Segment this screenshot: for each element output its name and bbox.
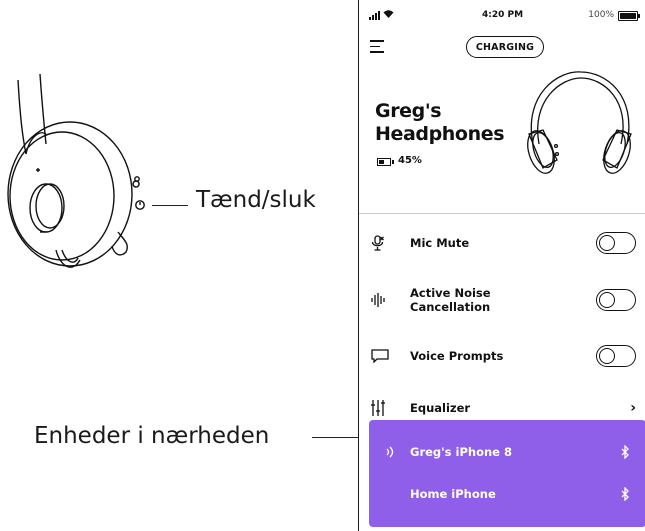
- device-name: Greg's Headphones: [375, 100, 505, 145]
- mic-mute-icon: [371, 235, 384, 251]
- charging-status-badge: CHARGING: [466, 36, 544, 58]
- nearby-device-name: Home iPhone: [410, 487, 496, 501]
- nearby-devices-panel: Greg's iPhone 8 Home iPhone: [369, 420, 645, 527]
- nearby-devices-callout-line: [312, 437, 358, 438]
- voice-prompts-icon: [371, 349, 389, 363]
- equalizer-label: Equalizer: [410, 401, 471, 415]
- menu-icon[interactable]: [370, 40, 384, 57]
- power-callout-line: [152, 205, 188, 206]
- voice-prompts-toggle[interactable]: [596, 345, 636, 367]
- bluetooth-icon: [621, 487, 629, 501]
- headset-side-illustration: [7, 74, 145, 268]
- status-battery-icon: [618, 11, 640, 21]
- status-battery-percent: 100%: [588, 10, 614, 20]
- mic-mute-label: Mic Mute: [410, 236, 470, 250]
- mic-mute-toggle[interactable]: [596, 232, 636, 254]
- divider: [359, 213, 645, 214]
- nearby-devices-callout-label: Enheder i nærheden: [34, 423, 270, 449]
- setting-row-anc: Active Noise Cancellation: [359, 280, 645, 320]
- equalizer-icon: [371, 400, 385, 416]
- headphone-battery-level: 45%: [398, 155, 422, 166]
- phone-screen: 4:20 PM 100% CHARGING Greg's Headphones …: [358, 0, 645, 531]
- noise-cancellation-icon: [371, 293, 385, 307]
- power-callout-label: Tænd/sluk: [196, 187, 316, 213]
- voice-prompts-label: Voice Prompts: [410, 349, 504, 363]
- anc-label: Active Noise Cancellation: [410, 286, 491, 314]
- bluetooth-icon: [621, 445, 629, 459]
- active-device-icon: [386, 446, 394, 458]
- headphone-battery-icon: [377, 158, 394, 166]
- setting-row-voice-prompts: Voice Prompts: [359, 336, 645, 376]
- nearby-device-row[interactable]: Greg's iPhone 8: [369, 432, 645, 472]
- setting-row-mic-mute: Mic Mute: [359, 223, 645, 263]
- chevron-right-icon: ›: [630, 400, 636, 416]
- headphones-image: [527, 71, 632, 174]
- nearby-device-row[interactable]: Home iPhone: [369, 474, 645, 514]
- status-bar: 4:20 PM 100%: [359, 8, 645, 24]
- nearby-device-name: Greg's iPhone 8: [410, 445, 512, 459]
- anc-toggle[interactable]: [596, 289, 636, 311]
